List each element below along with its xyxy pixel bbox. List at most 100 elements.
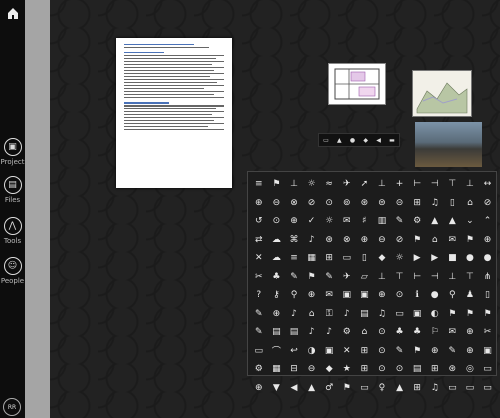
palette-icon[interactable]: ▯ bbox=[444, 194, 462, 213]
document-thumbnail[interactable] bbox=[116, 38, 232, 188]
palette-icon[interactable]: ⚐ bbox=[426, 323, 444, 342]
palette-icon[interactable]: ⚑ bbox=[479, 305, 497, 324]
palette-icon[interactable]: ⊥ bbox=[285, 175, 303, 194]
palette-icon[interactable]: ⊙ bbox=[268, 212, 286, 231]
palette-icon[interactable]: ⊤ bbox=[391, 268, 409, 287]
palette-icon[interactable]: ⊞ bbox=[426, 360, 444, 379]
palette-icon[interactable]: ⊗ bbox=[285, 194, 303, 213]
palette-icon[interactable]: ✂ bbox=[250, 268, 268, 287]
palette-icon[interactable]: ⊕ bbox=[461, 323, 479, 342]
palette-icon[interactable]: ⚙ bbox=[338, 323, 356, 342]
palette-icon[interactable]: ⚑ bbox=[461, 231, 479, 250]
palette-icon[interactable]: ⚙ bbox=[250, 360, 268, 379]
palette-icon[interactable]: ⊢ bbox=[408, 268, 426, 287]
palette-icon[interactable]: ✂ bbox=[479, 323, 497, 342]
palette-icon[interactable]: ⊖ bbox=[373, 231, 391, 250]
palette-icon[interactable]: ▭ bbox=[356, 379, 374, 398]
palette-icon[interactable]: + bbox=[391, 175, 409, 194]
toolbar-glyph[interactable]: ◆ bbox=[363, 137, 368, 144]
palette-icon[interactable]: ⊙ bbox=[320, 194, 338, 213]
palette-icon[interactable]: ⊙ bbox=[373, 323, 391, 342]
palette-icon[interactable]: ▣ bbox=[408, 305, 426, 324]
avatar[interactable]: RR bbox=[3, 398, 21, 416]
palette-icon[interactable]: ⊞ bbox=[408, 194, 426, 213]
palette-icon[interactable]: ◀ bbox=[285, 379, 303, 398]
palette-icon[interactable]: ▲ bbox=[426, 212, 444, 231]
palette-icon[interactable]: ⌄ bbox=[461, 212, 479, 231]
palette-icon[interactable]: ▯ bbox=[356, 249, 374, 268]
palette-icon[interactable]: ⚿ bbox=[320, 305, 338, 324]
palette-icon[interactable]: ▭ bbox=[338, 249, 356, 268]
palette-icon[interactable]: ☼ bbox=[303, 175, 321, 194]
palette-icon[interactable]: ⊘ bbox=[479, 194, 497, 213]
media-toolbar[interactable]: ▭ ▲ ● ◆ ◀ ▬ bbox=[318, 133, 400, 147]
palette-icon[interactable]: ⊚ bbox=[338, 194, 356, 213]
palette-icon[interactable]: ⊘ bbox=[391, 231, 409, 250]
palette-icon[interactable]: ⊕ bbox=[250, 194, 268, 213]
palette-icon[interactable]: ↺ bbox=[250, 212, 268, 231]
palette-icon[interactable]: ⊖ bbox=[303, 360, 321, 379]
sidebar-item-people[interactable]: ☺ People bbox=[0, 257, 25, 285]
palette-icon[interactable]: ⊗ bbox=[338, 231, 356, 250]
palette-icon[interactable]: ▶ bbox=[426, 249, 444, 268]
palette-icon[interactable]: ▣ bbox=[320, 342, 338, 361]
palette-icon[interactable]: ⊞ bbox=[320, 249, 338, 268]
palette-icon[interactable]: ♪ bbox=[338, 305, 356, 324]
palette-icon[interactable]: ☁ bbox=[268, 231, 286, 250]
palette-icon[interactable]: ◆ bbox=[320, 360, 338, 379]
palette-icon[interactable]: ⊤ bbox=[461, 268, 479, 287]
palette-icon[interactable]: ⊝ bbox=[391, 194, 409, 213]
palette-icon[interactable]: ⊕ bbox=[285, 212, 303, 231]
palette-icon[interactable]: ⚑ bbox=[444, 305, 462, 324]
palette-icon[interactable]: ▭ bbox=[250, 342, 268, 361]
palette-icon[interactable]: ⊕ bbox=[373, 286, 391, 305]
palette-icon[interactable]: ⚑ bbox=[408, 231, 426, 250]
palette-icon[interactable]: ⊕ bbox=[268, 305, 286, 324]
sidebar-item-tools[interactable]: ⋀ Tools bbox=[0, 217, 25, 245]
palette-icon[interactable]: ♪ bbox=[285, 305, 303, 324]
palette-icon[interactable]: ⊙ bbox=[391, 360, 409, 379]
palette-icon[interactable]: ▤ bbox=[285, 323, 303, 342]
palette-icon[interactable]: ⊕ bbox=[426, 342, 444, 361]
palette-icon[interactable]: ⊢ bbox=[408, 175, 426, 194]
palette-icon[interactable]: ☼ bbox=[391, 249, 409, 268]
palette-icon[interactable]: ⊤ bbox=[444, 175, 462, 194]
palette-icon[interactable]: ⊕ bbox=[303, 286, 321, 305]
palette-icon[interactable]: ▭ bbox=[444, 379, 462, 398]
palette-icon[interactable]: ✎ bbox=[250, 323, 268, 342]
palette-icon[interactable]: ● bbox=[461, 249, 479, 268]
palette-icon[interactable]: ☼ bbox=[320, 212, 338, 231]
palette-icon[interactable]: ≈ bbox=[320, 175, 338, 194]
palette-icon[interactable]: ⚲ bbox=[444, 286, 462, 305]
palette-icon[interactable]: ✎ bbox=[444, 342, 462, 361]
palette-icon[interactable]: ⊛ bbox=[444, 360, 462, 379]
palette-icon[interactable]: ▭ bbox=[479, 379, 497, 398]
palette-icon[interactable]: ↩ bbox=[285, 342, 303, 361]
palette-icon[interactable]: ♯ bbox=[356, 212, 374, 231]
scrollbar[interactable] bbox=[25, 0, 50, 418]
sketch-thumbnail[interactable] bbox=[412, 70, 472, 117]
palette-icon[interactable]: ⊣ bbox=[426, 175, 444, 194]
palette-icon[interactable]: ✓ bbox=[303, 212, 321, 231]
palette-icon[interactable]: ⚑ bbox=[268, 175, 286, 194]
palette-icon[interactable]: ▱ bbox=[356, 268, 374, 287]
city-photo-thumbnail[interactable] bbox=[415, 122, 482, 167]
palette-icon[interactable]: ♣ bbox=[391, 323, 409, 342]
palette-icon[interactable]: ↔ bbox=[479, 175, 497, 194]
palette-icon[interactable]: ▯ bbox=[479, 286, 497, 305]
toolbar-glyph[interactable]: ▬ bbox=[389, 137, 395, 144]
toolbar-glyph[interactable]: ▭ bbox=[323, 137, 329, 144]
palette-icon[interactable]: ▭ bbox=[479, 360, 497, 379]
palette-icon[interactable]: ⚑ bbox=[338, 379, 356, 398]
palette-icon[interactable]: ⌒ bbox=[268, 342, 286, 361]
palette-icon[interactable]: ⊟ bbox=[285, 360, 303, 379]
palette-icon[interactable]: ▦ bbox=[303, 249, 321, 268]
palette-icon[interactable]: ⊕ bbox=[250, 379, 268, 398]
palette-icon[interactable]: ⌘ bbox=[285, 231, 303, 250]
palette-icon[interactable]: ℹ bbox=[408, 286, 426, 305]
palette-icon[interactable]: ◎ bbox=[461, 360, 479, 379]
palette-icon[interactable]: ▲ bbox=[391, 379, 409, 398]
palette-icon[interactable]: ◆ bbox=[373, 249, 391, 268]
palette-icon[interactable]: ⋔ bbox=[479, 268, 497, 287]
palette-icon[interactable]: ▣ bbox=[356, 286, 374, 305]
